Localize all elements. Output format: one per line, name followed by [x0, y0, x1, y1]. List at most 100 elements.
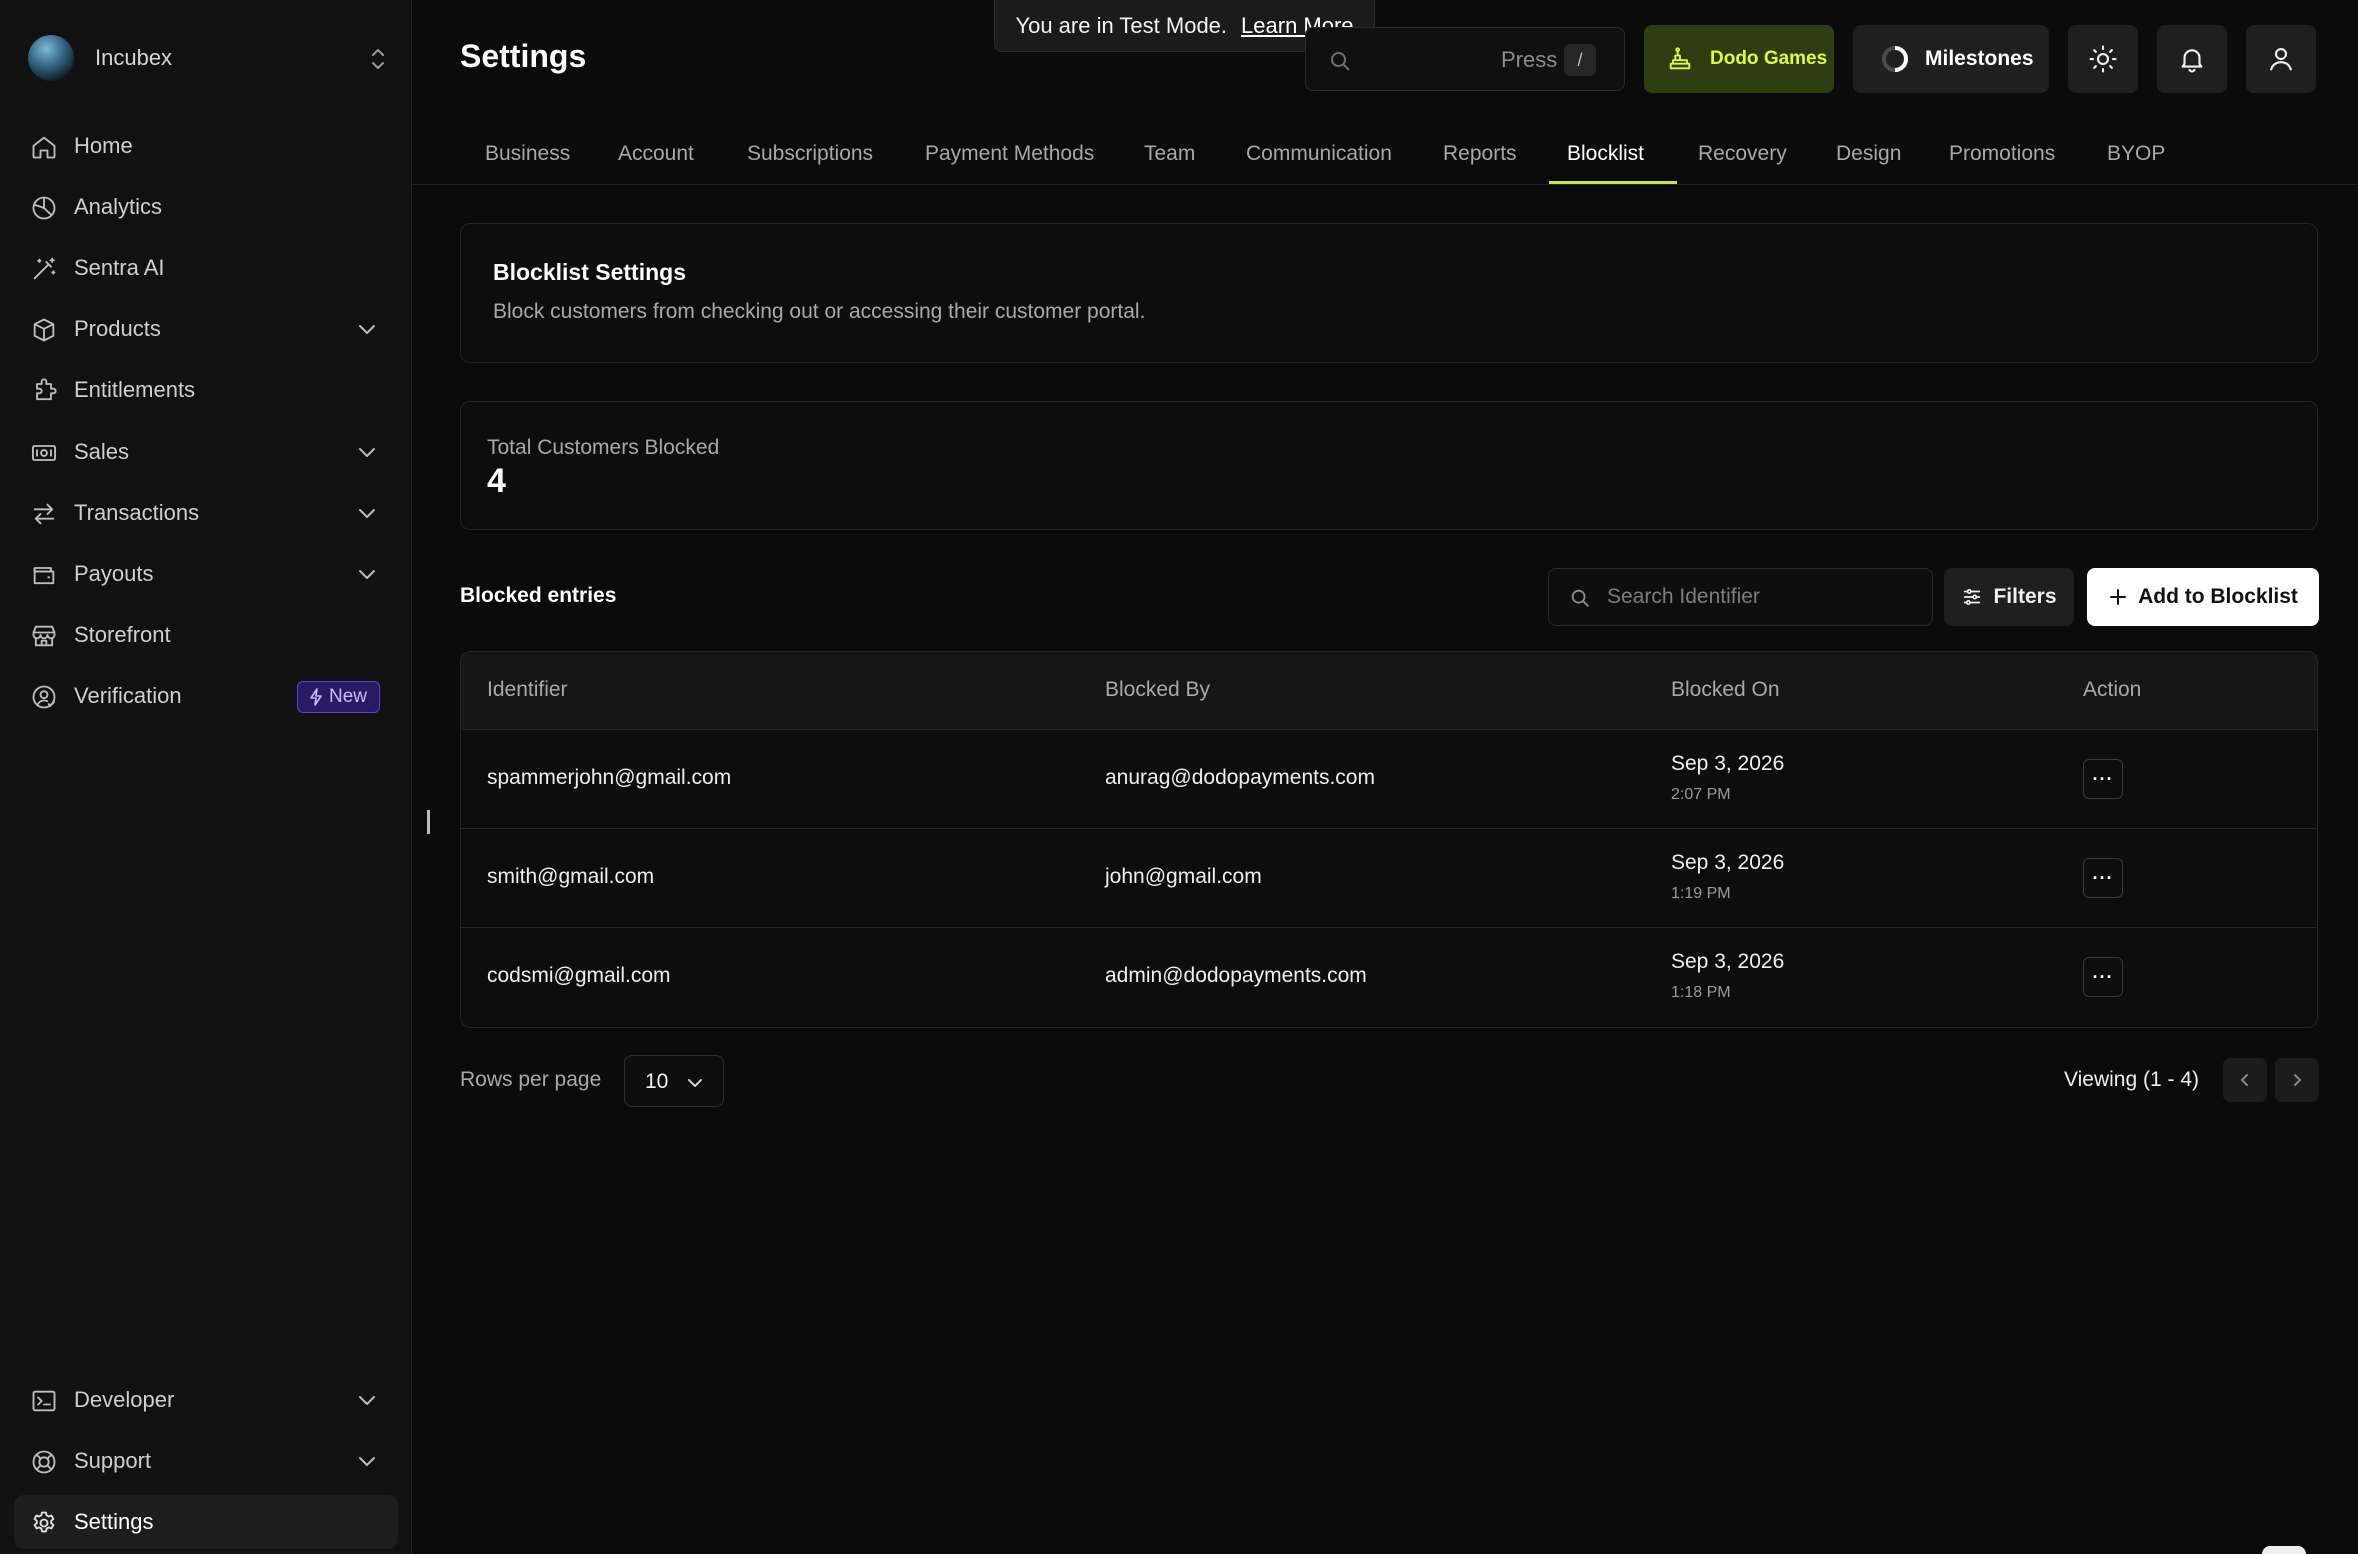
chevron-down-icon [688, 1079, 702, 1087]
help-widget-launcher[interactable] [2262, 1546, 2306, 1554]
cell-blocked-date: Sep 3, 2026 [1671, 851, 1785, 874]
cell-blocked-date: Sep 3, 2026 [1671, 752, 1785, 775]
tab-blocklist[interactable]: Blocklist [1567, 142, 1644, 166]
row-actions-button[interactable]: ··· [2083, 858, 2123, 898]
sidebar-item-verification[interactable]: Verification New [14, 669, 398, 723]
bell-icon [2181, 49, 2203, 73]
table-row: codsmi@gmail.com admin@dodopayments.com … [461, 928, 2317, 1027]
row-actions-button[interactable]: ··· [2083, 759, 2123, 799]
cell-blocked-time: 1:19 PM [1671, 885, 1731, 902]
sidebar-item-label: Storefront [74, 622, 171, 647]
table-header: Identifier Blocked By Blocked On Action [461, 652, 2317, 730]
tab-team[interactable]: Team [1144, 142, 1195, 166]
tab-business[interactable]: Business [485, 142, 570, 166]
sidebar-item-label: Payouts [74, 561, 154, 586]
sidebar-item-storefront[interactable]: Storefront [14, 608, 398, 662]
dodo-games-button[interactable]: Dodo Games [1644, 25, 1834, 93]
chevron-down-icon [359, 325, 375, 334]
tab-promotions[interactable]: Promotions [1949, 142, 2055, 166]
column-header-action: Action [2083, 678, 2142, 701]
add-to-blocklist-button[interactable]: Add to Blocklist [2087, 568, 2319, 626]
active-tab-indicator [1549, 181, 1677, 184]
global-search[interactable]: Press / [1305, 27, 1625, 91]
puzzle-icon [36, 378, 57, 401]
blocklist-settings-card: Blocklist Settings Block customers from … [460, 223, 2318, 363]
workspace-name: Incubex [95, 45, 173, 70]
lifebuoy-icon [32, 1450, 56, 1474]
row-actions-button[interactable]: ··· [2083, 957, 2123, 997]
profile-button[interactable] [2246, 25, 2316, 93]
tab-communication[interactable]: Communication [1246, 142, 1392, 166]
previous-page-button[interactable] [2223, 1058, 2267, 1102]
tab-subscriptions[interactable]: Subscriptions [747, 142, 873, 166]
sidebar-item-support[interactable]: Support [14, 1434, 398, 1488]
test-mode-text: You are in Test Mode. [1015, 12, 1228, 38]
tab-design[interactable]: Design [1836, 142, 1901, 166]
sidebar-item-products[interactable]: Products [14, 302, 398, 356]
sidebar-item-sentra-ai[interactable]: Sentra AI [14, 241, 398, 295]
wallet-icon [33, 567, 55, 585]
cell-blocked-by: anurag@dodopayments.com [1105, 766, 1375, 789]
chevron-left-icon [2241, 1074, 2248, 1086]
sidebar-item-label: Analytics [74, 194, 163, 219]
cell-blocked-by: john@gmail.com [1105, 865, 1262, 888]
cash-icon [31, 445, 57, 461]
sidebar-item-analytics[interactable]: Analytics [14, 180, 398, 234]
sidebar-item-home[interactable]: Home [14, 119, 398, 173]
tab-payment-methods[interactable]: Payment Methods [925, 142, 1094, 166]
search-icon [1571, 589, 1589, 607]
plus-icon [2110, 589, 2127, 605]
column-header-identifier: Identifier [487, 678, 568, 701]
add-to-blocklist-label: Add to Blocklist [2138, 585, 2298, 608]
new-badge: New [296, 681, 380, 713]
sidebar-item-label: Developer [74, 1387, 175, 1412]
tab-reports[interactable]: Reports [1443, 142, 1517, 166]
sidebar-item-label: Sales [74, 439, 130, 464]
table-row: smith@gmail.com john@gmail.com Sep 3, 20… [461, 829, 2317, 928]
progress-ring-icon [1882, 46, 1908, 72]
tab-byop[interactable]: BYOP [2107, 142, 2165, 166]
milestones-button[interactable]: Milestones [1853, 25, 2049, 93]
sidebar-item-payouts[interactable]: Payouts [14, 547, 398, 601]
workspace-switcher[interactable]: Incubex [28, 34, 388, 82]
sidebar-item-entitlements[interactable]: Entitlements [14, 363, 398, 417]
box-icon [33, 318, 55, 342]
sidebar-item-sales[interactable]: Sales [14, 425, 398, 479]
theme-toggle-button[interactable] [2068, 25, 2138, 93]
sidebar-item-label: Entitlements [74, 377, 196, 402]
viewing-range: Viewing (1 - 4) [2064, 1068, 2200, 1091]
notifications-button[interactable] [2157, 25, 2227, 93]
sidebar-item-settings[interactable]: Settings [14, 1495, 398, 1549]
sidebar-item-developer[interactable]: Developer [14, 1373, 398, 1427]
store-icon [32, 625, 56, 647]
settings-tabs: Business Account Subscriptions Payment M… [412, 130, 2358, 185]
cell-blocked-date: Sep 3, 2026 [1671, 950, 1785, 973]
cell-identifier: spammerjohn@gmail.com [487, 766, 732, 789]
game-console-icon [1669, 47, 1691, 70]
next-page-button[interactable] [2275, 1058, 2319, 1102]
user-icon [2269, 47, 2293, 71]
stat-label: Total Customers Blocked [487, 436, 720, 459]
tab-account[interactable]: Account [618, 142, 694, 166]
sparkle-icon [310, 688, 322, 706]
card-title: Blocklist Settings [493, 259, 686, 285]
filters-button[interactable]: Filters [1944, 568, 2074, 626]
chevron-down-icon [359, 570, 375, 579]
dodo-games-label: Dodo Games [1710, 48, 1828, 69]
sun-icon [2089, 45, 2117, 73]
card-description: Block customers from checking out or acc… [493, 300, 1146, 323]
sidebar-item-label: Sentra AI [74, 255, 165, 280]
cell-identifier: smith@gmail.com [487, 865, 655, 888]
workspace-avatar [28, 35, 74, 81]
sidebar-item-transactions[interactable]: Transactions [14, 486, 398, 540]
cell-blocked-by: admin@dodopayments.com [1105, 964, 1367, 987]
sliders-icon [1964, 589, 1981, 605]
rows-per-page-select[interactable]: 10 [624, 1055, 724, 1107]
search-icon [1331, 52, 1350, 71]
search-shortcut-key: / [1564, 44, 1596, 76]
chevron-right-icon [2294, 1074, 2301, 1086]
blocklist-table: Identifier Blocked By Blocked On Action … [460, 651, 2318, 1028]
identifier-search-input[interactable] [1607, 579, 1917, 615]
tab-recovery[interactable]: Recovery [1698, 142, 1787, 166]
sidebar-item-label: Home [74, 133, 133, 158]
